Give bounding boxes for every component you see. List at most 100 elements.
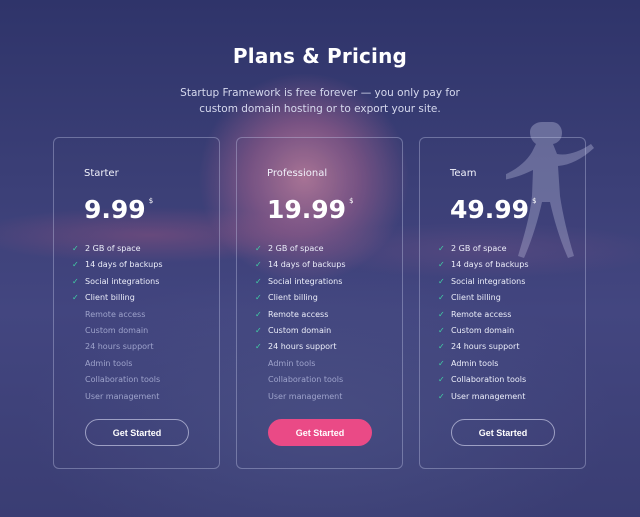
check-icon: ✓	[72, 260, 79, 270]
pricing-header: Plans & Pricing Startup Framework is fre…	[0, 44, 640, 117]
check-icon: ✓	[438, 358, 445, 368]
feature-item: Remote access	[71, 307, 162, 323]
feature-item: ✓ 24 hours support	[437, 339, 528, 355]
feature-label: Custom domain	[85, 325, 149, 335]
feature-item: ✓ 2 GB of space	[437, 241, 528, 257]
currency-symbol: $	[532, 197, 537, 205]
feature-label: User management	[451, 391, 526, 401]
feature-list: ✓ 2 GB of space ✓ 14 days of backups ✓ Social…	[437, 241, 528, 405]
feature-label: Social integrations	[451, 276, 526, 286]
feature-label: 14 days of backups	[451, 260, 529, 270]
feature-item: ✓ Social integrations	[71, 274, 162, 290]
feature-label: Client billing	[268, 293, 318, 303]
feature-item: ✓ Social integrations	[254, 274, 345, 290]
feature-label: User management	[85, 391, 160, 401]
price-value: 19.99	[267, 195, 347, 224]
feature-label: 2 GB of space	[451, 244, 507, 253]
check-icon: ✓	[438, 276, 445, 286]
feature-label: 2 GB of space	[85, 244, 141, 253]
feature-item: User management	[254, 389, 345, 405]
feature-label: 14 days of backups	[268, 260, 346, 270]
feature-label: 24 hours support	[268, 342, 337, 352]
plan-card-professional: Professional 19.99 $ ✓ 2 GB of space ✓ 14 da…	[236, 137, 403, 469]
feature-label: Social integrations	[85, 276, 160, 286]
get-started-button-team[interactable]: Get Started	[451, 419, 555, 446]
price-value: 9.99	[84, 195, 146, 224]
get-started-button-starter[interactable]: Get Started	[85, 419, 189, 446]
feature-item: ✓ Social integrations	[437, 274, 528, 290]
feature-item: Admin tools	[71, 356, 162, 372]
feature-list: ✓ 2 GB of space ✓ 14 days of backups ✓ Social…	[254, 241, 345, 405]
feature-label: Collaboration tools	[268, 375, 344, 385]
check-icon: ✓	[72, 244, 79, 253]
currency-symbol: $	[148, 197, 154, 205]
feature-item: ✓ Client billing	[437, 290, 528, 306]
plan-name: Team	[450, 168, 477, 179]
check-icon: ✓	[255, 293, 262, 303]
feature-label: Admin tools	[268, 358, 316, 368]
plan-card-team: Team 49.99 $ ✓ 2 GB of space ✓ 14 days of ba…	[419, 137, 586, 469]
check-icon: ✓	[438, 260, 445, 270]
feature-label: Custom domain	[451, 325, 515, 335]
feature-item: ✓ Collaboration tools	[437, 372, 528, 388]
feature-label: Collaboration tools	[85, 375, 161, 385]
feature-label: Custom domain	[268, 325, 332, 335]
currency-symbol: $	[349, 197, 354, 205]
check-icon: ✓	[438, 342, 445, 352]
feature-item: ✓ 2 GB of space	[71, 241, 162, 257]
check-icon: ✓	[255, 309, 262, 319]
feature-item: User management	[71, 389, 162, 405]
feature-label: Remote access	[85, 309, 146, 319]
feature-label: Remote access	[268, 309, 329, 319]
feature-item: ✓ Remote access	[254, 307, 345, 323]
check-icon: ✓	[72, 293, 79, 303]
check-icon: ✓	[255, 325, 262, 335]
check-icon: ✓	[255, 260, 262, 270]
feature-label: Collaboration tools	[451, 375, 527, 385]
feature-item: ✓ Client billing	[71, 290, 162, 306]
feature-item: Admin tools	[254, 356, 345, 372]
feature-item: ✓ 24 hours support	[254, 339, 345, 355]
page-subtitle: Startup Framework is free forever — you …	[180, 87, 460, 115]
plan-name: Professional	[267, 168, 328, 179]
feature-label: Admin tools	[451, 358, 499, 368]
plan-price: 19.99 $	[267, 195, 354, 224]
plan-price: 9.99 $	[84, 195, 153, 224]
feature-label: 14 days of backups	[85, 260, 163, 270]
feature-item: ✓ Custom domain	[254, 323, 345, 339]
feature-item: ✓ 14 days of backups	[437, 257, 528, 273]
feature-label: Client billing	[451, 293, 501, 303]
feature-item: Collaboration tools	[71, 372, 162, 388]
page-title: Plans & Pricing	[232, 44, 408, 68]
check-icon: ✓	[255, 342, 262, 352]
feature-label: Remote access	[451, 309, 512, 319]
feature-label: User management	[268, 391, 343, 401]
check-icon: ✓	[438, 375, 445, 385]
check-icon: ✓	[438, 244, 445, 253]
feature-item: ✓ Custom domain	[437, 323, 528, 339]
feature-label: Client billing	[85, 293, 135, 303]
feature-item: ✓ 14 days of backups	[71, 257, 162, 273]
feature-label: Social integrations	[268, 276, 343, 286]
plan-name: Starter	[84, 168, 119, 179]
feature-item: Collaboration tools	[254, 372, 345, 388]
feature-item: ✓ Admin tools	[437, 356, 528, 372]
feature-label: 24 hours support	[451, 342, 520, 352]
feature-item: Custom domain	[71, 323, 162, 339]
feature-item: ✓ 14 days of backups	[254, 257, 345, 273]
feature-label: 2 GB of space	[268, 244, 324, 253]
feature-item: ✓ User management	[437, 389, 528, 405]
check-icon: ✓	[255, 244, 262, 253]
price-value: 49.99	[450, 195, 530, 224]
check-icon: ✓	[72, 276, 79, 286]
check-icon: ✓	[438, 309, 445, 319]
check-icon: ✓	[438, 293, 445, 303]
check-icon: ✓	[438, 325, 445, 335]
check-icon: ✓	[255, 276, 262, 286]
get-started-button-professional[interactable]: Get Started	[268, 419, 372, 446]
feature-item: 24 hours support	[71, 339, 162, 355]
check-icon: ✓	[438, 391, 445, 401]
plan-price: 49.99 $	[450, 195, 537, 224]
feature-item: ✓ Client billing	[254, 290, 345, 306]
feature-label: 24 hours support	[85, 342, 154, 352]
